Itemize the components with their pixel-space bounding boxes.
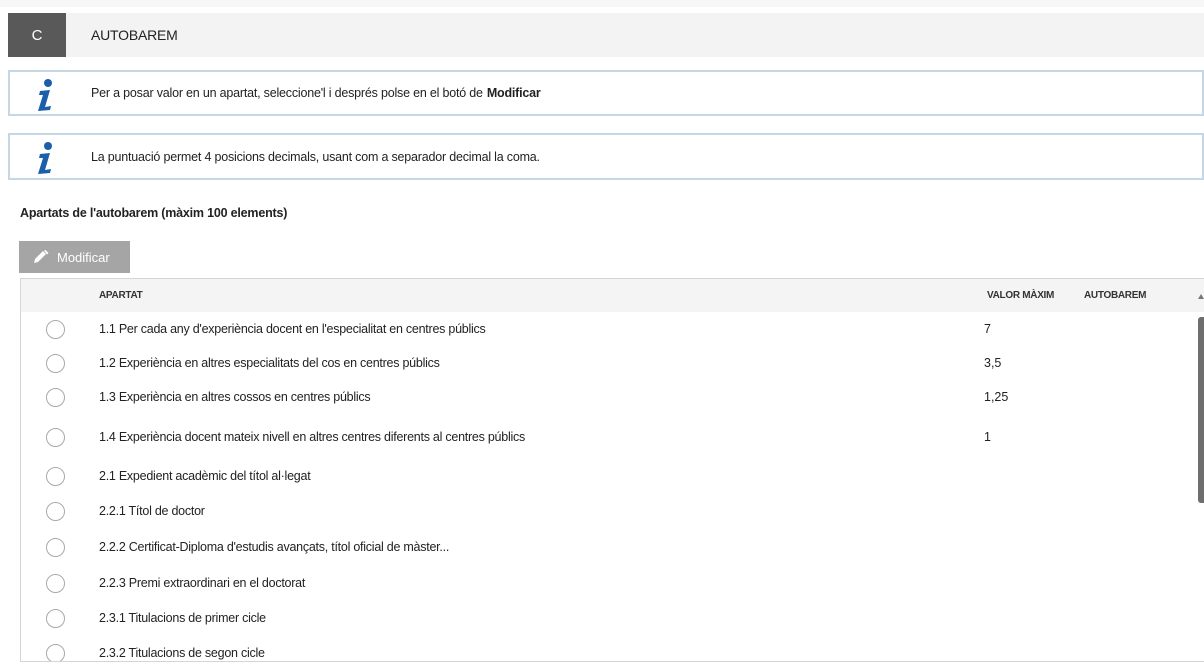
section-letter: C	[8, 13, 66, 57]
table-row[interactable]: 1.4 Experiència docent mateix nivell en …	[21, 420, 1204, 454]
cell-valor-maxim: 3,5	[984, 356, 1002, 370]
table-row[interactable]: 1.1 Per cada any d'experiència docent en…	[21, 312, 1204, 346]
table-row[interactable]: 2.2.1 Títol de doctor	[21, 494, 1204, 528]
table-row[interactable]: 2.2.2 Certificat-Diploma d'estudis avanç…	[21, 530, 1204, 564]
cell-apartat: 2.2.2 Certificat-Diploma d'estudis avanç…	[99, 540, 450, 554]
cell-valor-maxim: 1	[984, 430, 991, 444]
modify-button[interactable]: Modificar	[19, 241, 130, 273]
cell-apartat: 2.3.2 Titulacions de segon cicle	[99, 646, 265, 660]
table-row[interactable]: 1.2 Experiència en altres especialitats …	[21, 346, 1204, 380]
cell-apartat: 2.3.1 Titulacions de primer cicle	[99, 611, 266, 625]
scroll-up-icon[interactable]	[1198, 293, 1204, 301]
modify-button-label: Modificar	[57, 249, 110, 265]
cell-valor-maxim: 1,25	[984, 390, 1009, 404]
cell-apartat: 1.2 Experiència en altres especialitats …	[99, 356, 440, 370]
info-box-select: Per a posar valor en un apartat, selecci…	[8, 70, 1204, 116]
info-text: La puntuació permet 4 posicions decimals…	[91, 135, 540, 178]
table-row[interactable]: 1.3 Experiència en altres cossos en cent…	[21, 380, 1204, 414]
table-row[interactable]: 2.3.2 Titulacions de segon cicle	[21, 636, 1204, 661]
list-title: Apartats de l'autobarem (màxim 100 eleme…	[20, 206, 288, 220]
row-radio[interactable]	[46, 467, 65, 486]
cell-valor-maxim: 7	[984, 322, 991, 336]
column-header-valor-maxim[interactable]: VALOR MÀXIM	[987, 279, 1054, 312]
section-title: AUTOBAREM	[91, 27, 178, 43]
row-radio[interactable]	[46, 644, 65, 661]
scrollbar-thumb[interactable]	[1198, 317, 1204, 503]
row-radio[interactable]	[46, 574, 65, 593]
row-radio[interactable]	[46, 609, 65, 628]
column-header-autobarem[interactable]: AUTOBAREM	[1084, 279, 1146, 312]
row-radio[interactable]	[46, 320, 65, 339]
info-icon	[38, 79, 52, 111]
cell-apartat: 1.4 Experiència docent mateix nivell en …	[99, 430, 526, 444]
table-row[interactable]: 2.2.3 Premi extraordinari en el doctorat	[21, 566, 1204, 600]
pencil-icon	[34, 250, 49, 263]
info-text-body: Per a posar valor en un apartat, selecci…	[91, 86, 483, 100]
section-header: C AUTOBAREM	[8, 13, 1204, 57]
top-strip	[0, 0, 1204, 7]
row-radio[interactable]	[46, 502, 65, 521]
row-radio[interactable]	[46, 354, 65, 373]
info-text-body: La puntuació permet 4 posicions decimals…	[91, 149, 540, 164]
info-box-decimals: La puntuació permet 4 posicions decimals…	[8, 133, 1204, 180]
table-header: APARTAT VALOR MÀXIM AUTOBAREM	[21, 279, 1204, 312]
autobarem-table: APARTAT VALOR MÀXIM AUTOBAREM 1.1 Per ca…	[20, 278, 1204, 662]
info-text-bold: Modificar	[486, 86, 541, 100]
row-radio[interactable]	[46, 428, 65, 447]
cell-apartat: 1.3 Experiència en altres cossos en cent…	[99, 390, 371, 404]
column-header-apartat[interactable]: APARTAT	[99, 279, 143, 312]
cell-apartat: 2.2.1 Títol de doctor	[99, 504, 205, 518]
table-row[interactable]: 2.1 Expedient acadèmic del títol al·lega…	[21, 459, 1204, 493]
table-row[interactable]: 2.3.1 Titulacions de primer cicle	[21, 601, 1204, 635]
info-text: Per a posar valor en un apartat, selecci…	[91, 72, 541, 114]
row-radio[interactable]	[46, 538, 65, 557]
cell-apartat: 1.1 Per cada any d'experiència docent en…	[99, 322, 486, 336]
row-radio[interactable]	[46, 388, 65, 407]
cell-apartat: 2.2.3 Premi extraordinari en el doctorat	[99, 576, 306, 590]
cell-apartat: 2.1 Expedient acadèmic del títol al·lega…	[99, 469, 311, 483]
info-icon	[38, 142, 52, 174]
